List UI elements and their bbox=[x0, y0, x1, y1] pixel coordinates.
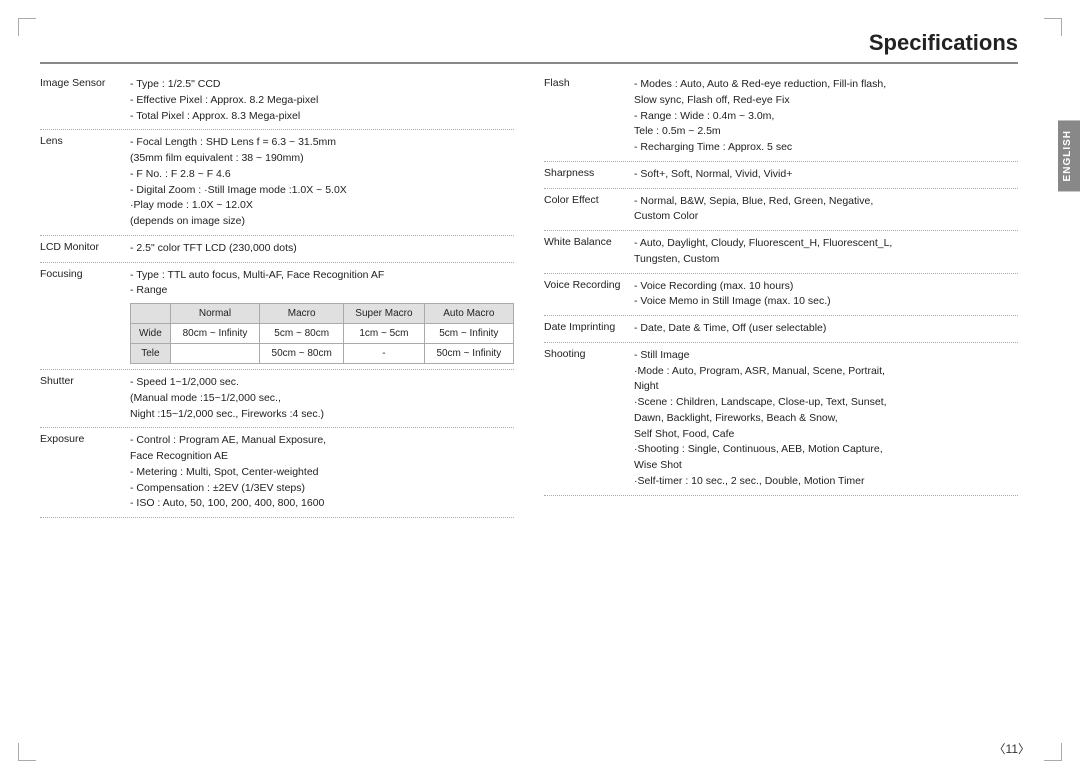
focus-cell: 5cm ~ 80cm bbox=[260, 324, 344, 344]
focus-cell: 50cm ~ Infinity bbox=[424, 344, 513, 364]
focus-table-header: Normal bbox=[170, 304, 259, 324]
page-number: 〈11〉 bbox=[994, 740, 1030, 757]
spec-label: Lens bbox=[40, 135, 130, 230]
spec-value: - Speed 1~1/2,000 sec.(Manual mode :15~1… bbox=[130, 375, 514, 422]
right-spec-row: White Balance- Auto, Daylight, Cloudy, F… bbox=[544, 231, 1018, 274]
left-column: Image Sensor- Type : 1/2.5" CCD- Effecti… bbox=[40, 72, 514, 518]
spec-label: Focusing bbox=[40, 268, 130, 365]
spec-label: Shooting bbox=[544, 348, 634, 490]
spec-label: Image Sensor bbox=[40, 77, 130, 124]
spec-label: Sharpness bbox=[544, 167, 634, 183]
right-spec-row: Flash- Modes : Auto, Auto & Red-eye redu… bbox=[544, 72, 1018, 162]
spec-label: White Balance bbox=[544, 236, 634, 268]
spec-value: - Control : Program AE, Manual Exposure,… bbox=[130, 433, 514, 512]
english-tab: ENGLISH bbox=[1058, 120, 1080, 191]
spec-label: Voice Recording bbox=[544, 279, 634, 311]
spec-value: - Date, Date & Time, Off (user selectabl… bbox=[634, 321, 1018, 337]
spec-label: Flash bbox=[544, 77, 634, 156]
spec-value: - 2.5" color TFT LCD (230,000 dots) bbox=[130, 241, 514, 257]
left-spec-row: LCD Monitor- 2.5" color TFT LCD (230,000… bbox=[40, 236, 514, 263]
left-spec-row: Shutter- Speed 1~1/2,000 sec.(Manual mod… bbox=[40, 370, 514, 428]
spec-label: Exposure bbox=[40, 433, 130, 512]
spec-value: - Focal Length : SHD Lens f = 6.3 ~ 31.5… bbox=[130, 135, 514, 230]
spec-value: - Voice Recording (max. 10 hours)- Voice… bbox=[634, 279, 1018, 311]
left-spec-row: Image Sensor- Type : 1/2.5" CCD- Effecti… bbox=[40, 72, 514, 130]
right-spec-row: Sharpness- Soft+, Soft, Normal, Vivid, V… bbox=[544, 162, 1018, 189]
focus-cell: - bbox=[344, 344, 424, 364]
focus-cell bbox=[170, 344, 259, 364]
spec-value: - Normal, B&W, Sepia, Blue, Red, Green, … bbox=[634, 194, 1018, 226]
spec-label: Shutter bbox=[40, 375, 130, 422]
focus-table-header: Auto Macro bbox=[424, 304, 513, 324]
focus-cell: 50cm ~ 80cm bbox=[260, 344, 344, 364]
left-spec-row: Exposure- Control : Program AE, Manual E… bbox=[40, 428, 514, 518]
spec-value: - Auto, Daylight, Cloudy, Fluorescent_H,… bbox=[634, 236, 1018, 268]
left-spec-row: Lens- Focal Length : SHD Lens f = 6.3 ~ … bbox=[40, 130, 514, 236]
specs-two-col: Image Sensor- Type : 1/2.5" CCD- Effecti… bbox=[40, 72, 1018, 518]
spec-label: LCD Monitor bbox=[40, 241, 130, 257]
spec-label: Color Effect bbox=[544, 194, 634, 226]
right-spec-row: Shooting- Still Image·Mode : Auto, Progr… bbox=[544, 343, 1018, 496]
right-spec-row: Date Imprinting- Date, Date & Time, Off … bbox=[544, 316, 1018, 343]
left-spec-row: Focusing- Type : TTL auto focus, Multi-A… bbox=[40, 263, 514, 371]
focus-cell: 80cm ~ Infinity bbox=[170, 324, 259, 344]
page-title: Specifications bbox=[40, 30, 1018, 64]
spec-value: - Type : 1/2.5" CCD- Effective Pixel : A… bbox=[130, 77, 514, 124]
focus-table: NormalMacroSuper MacroAuto Macro Wide80cm… bbox=[130, 303, 514, 364]
right-column: Flash- Modes : Auto, Auto & Red-eye redu… bbox=[544, 72, 1018, 518]
focus-row-label: Tele bbox=[131, 344, 171, 364]
spec-value: - Still Image·Mode : Auto, Program, ASR,… bbox=[634, 348, 1018, 490]
right-spec-row: Voice Recording- Voice Recording (max. 1… bbox=[544, 274, 1018, 317]
spec-value: - Type : TTL auto focus, Multi-AF, Face … bbox=[130, 268, 514, 365]
focus-table-header bbox=[131, 304, 171, 324]
focus-cell: 1cm ~ 5cm bbox=[344, 324, 424, 344]
right-spec-row: Color Effect- Normal, B&W, Sepia, Blue, … bbox=[544, 189, 1018, 232]
focus-table-header: Macro bbox=[260, 304, 344, 324]
page-content: Specifications Image Sensor- Type : 1/2.… bbox=[0, 0, 1058, 779]
focus-table-header: Super Macro bbox=[344, 304, 424, 324]
spec-value: - Soft+, Soft, Normal, Vivid, Vivid+ bbox=[634, 167, 1018, 183]
spec-label: Date Imprinting bbox=[544, 321, 634, 337]
focus-row-label: Wide bbox=[131, 324, 171, 344]
spec-value: - Modes : Auto, Auto & Red-eye reduction… bbox=[634, 77, 1018, 156]
focus-cell: 5cm ~ Infinity bbox=[424, 324, 513, 344]
